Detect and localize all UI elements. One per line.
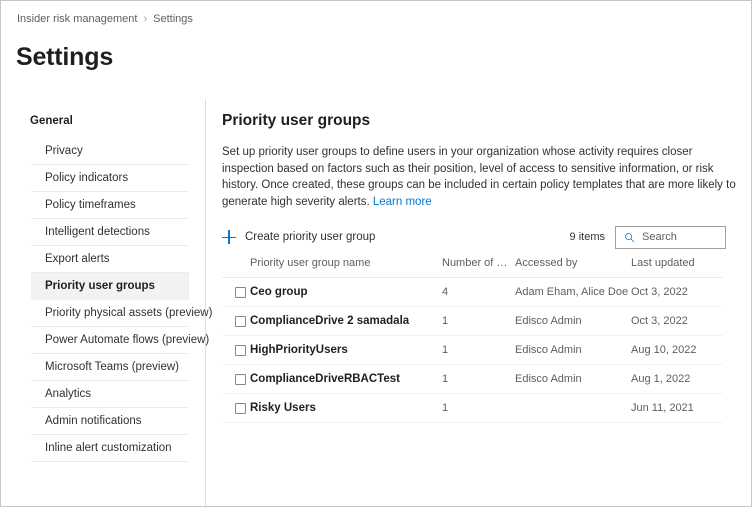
cell-accessed-by <box>515 393 631 423</box>
cell-members: 1 <box>442 393 515 423</box>
sidebar-item-label: Intelligent detections <box>45 226 150 238</box>
sidebar-item-privacy[interactable]: Privacy <box>31 138 189 165</box>
search-icon <box>625 232 635 242</box>
cell-group-name: ComplianceDrive 2 samadala <box>250 306 442 336</box>
row-checkbox[interactable] <box>235 344 246 356</box>
group-name-link[interactable]: HighPriorityUsers <box>250 344 348 356</box>
column-header-accessed-by[interactable]: Accessed by <box>515 257 631 278</box>
items-count: 9 items <box>569 231 605 243</box>
cell-accessed-by: Edisco Admin <box>515 364 631 394</box>
table-row[interactable]: ComplianceDriveRBACTest 1 Edisco Admin A… <box>222 364 723 394</box>
create-priority-user-group-button[interactable]: Create priority user group <box>222 230 375 244</box>
cell-group-name: Risky Users <box>250 393 442 423</box>
settings-page: Insider risk management › Settings Setti… <box>0 0 752 507</box>
page-title: Settings <box>16 43 114 71</box>
sidebar-item-intelligent-detections[interactable]: Intelligent detections <box>31 219 189 246</box>
cell-accessed-by: Edisco Admin <box>515 306 631 336</box>
table-body: Ceo group 4 Adam Eham, Alice Doe Oct 3, … <box>222 277 723 423</box>
table-row[interactable]: Risky Users 1 Jun 11, 2021 <box>222 393 723 423</box>
sidebar-item-microsoft-teams[interactable]: Microsoft Teams (preview) <box>31 354 189 381</box>
main-content: Priority user groups Set up priority use… <box>222 111 741 423</box>
sidebar-item-label: Priority physical assets (preview) <box>45 307 213 319</box>
learn-more-link[interactable]: Learn more <box>373 196 432 208</box>
sidebar-item-label: Policy timeframes <box>45 199 136 211</box>
breadcrumb-item-current[interactable]: Settings <box>153 12 193 26</box>
sidebar-nav-list: Privacy Policy indicators Policy timefra… <box>1 138 213 462</box>
row-checkbox-cell <box>222 306 250 336</box>
sidebar-item-label: Policy indicators <box>45 172 129 184</box>
table-row[interactable]: ComplianceDrive 2 samadala 1 Edisco Admi… <box>222 306 723 336</box>
plus-icon <box>222 230 236 244</box>
cell-members: 1 <box>442 364 515 394</box>
cell-members: 1 <box>442 306 515 336</box>
row-checkbox-cell <box>222 393 250 423</box>
row-checkbox-cell <box>222 277 250 307</box>
sidebar-item-label: Power Automate flows (preview) <box>45 334 210 346</box>
sidebar-item-label: Analytics <box>45 388 92 400</box>
sidebar-item-label: Admin notifications <box>45 415 142 427</box>
cell-group-name: Ceo group <box>250 277 442 307</box>
breadcrumb: Insider risk management › Settings <box>17 12 193 26</box>
content-title: Priority user groups <box>222 112 371 129</box>
sidebar-item-label: Inline alert customization <box>45 442 172 454</box>
breadcrumb-item-root[interactable]: Insider risk management <box>17 12 137 26</box>
sidebar-item-analytics[interactable]: Analytics <box>31 381 189 408</box>
content-description: Set up priority user groups to define us… <box>222 144 738 210</box>
toolbar-right-group: 9 items <box>569 225 726 249</box>
cell-accessed-by: Edisco Admin <box>515 335 631 365</box>
select-all-header <box>222 257 250 278</box>
row-checkbox[interactable] <box>235 402 246 414</box>
sidebar-heading: General <box>30 115 73 127</box>
row-checkbox[interactable] <box>235 315 246 327</box>
column-header-members[interactable]: Number of memb... <box>442 257 515 278</box>
group-name-link[interactable]: Ceo group <box>250 286 308 298</box>
sidebar-item-label: Privacy <box>45 145 83 157</box>
sidebar-item-admin-notifications[interactable]: Admin notifications <box>31 408 189 435</box>
sidebar-item-export-alerts[interactable]: Export alerts <box>31 246 189 273</box>
row-checkbox-cell <box>222 335 250 365</box>
table-header-row: Priority user group name Number of memb.… <box>222 257 723 278</box>
sidebar-item-policy-indicators[interactable]: Policy indicators <box>31 165 189 192</box>
table-toolbar: Create priority user group 9 items <box>222 225 726 249</box>
sidebar-item-priority-user-groups[interactable]: Priority user groups <box>31 273 189 300</box>
table-header: Priority user group name Number of memb.… <box>222 257 723 278</box>
cell-last-updated: Oct 3, 2022 <box>631 306 723 336</box>
sidebar-item-priority-physical-assets[interactable]: Priority physical assets (preview) <box>31 300 213 327</box>
cell-last-updated: Jun 11, 2021 <box>631 393 723 423</box>
search-box[interactable] <box>615 225 726 249</box>
chevron-right-icon: › <box>143 13 148 25</box>
sidebar-item-label: Export alerts <box>45 253 110 265</box>
cell-last-updated: Aug 1, 2022 <box>631 364 723 394</box>
cell-members: 4 <box>442 277 515 307</box>
cell-group-name: HighPriorityUsers <box>250 335 442 365</box>
column-header-last-updated[interactable]: Last updated <box>631 257 723 278</box>
table-row[interactable]: HighPriorityUsers 1 Edisco Admin Aug 10,… <box>222 335 723 365</box>
row-checkbox-cell <box>222 364 250 394</box>
column-header-name[interactable]: Priority user group name <box>250 257 442 278</box>
priority-user-groups-table: Priority user group name Number of memb.… <box>222 257 723 423</box>
cell-last-updated: Oct 3, 2022 <box>631 277 723 307</box>
sidebar-divider <box>205 99 206 506</box>
search-input[interactable] <box>642 231 722 243</box>
create-button-label: Create priority user group <box>245 231 376 243</box>
description-text: Set up priority user groups to define us… <box>222 146 736 208</box>
sidebar-item-power-automate-flows[interactable]: Power Automate flows (preview) <box>31 327 210 354</box>
settings-sidebar: General Privacy Policy indicators Policy… <box>1 113 213 462</box>
cell-members: 1 <box>442 335 515 365</box>
cell-accessed-by: Adam Eham, Alice Doe <box>515 277 631 307</box>
sidebar-item-inline-alert-customization[interactable]: Inline alert customization <box>31 435 189 462</box>
cell-group-name: ComplianceDriveRBACTest <box>250 364 442 394</box>
table-row[interactable]: Ceo group 4 Adam Eham, Alice Doe Oct 3, … <box>222 277 723 307</box>
row-checkbox[interactable] <box>235 373 246 385</box>
sidebar-item-policy-timeframes[interactable]: Policy timeframes <box>31 192 189 219</box>
sidebar-item-label: Priority user groups <box>45 280 155 292</box>
sidebar-item-label: Microsoft Teams (preview) <box>45 361 179 373</box>
group-name-link[interactable]: ComplianceDriveRBACTest <box>250 373 400 385</box>
group-name-link[interactable]: ComplianceDrive 2 samadala <box>250 315 409 327</box>
row-checkbox[interactable] <box>235 286 246 298</box>
group-name-link[interactable]: Risky Users <box>250 402 316 414</box>
cell-last-updated: Aug 10, 2022 <box>631 335 723 365</box>
